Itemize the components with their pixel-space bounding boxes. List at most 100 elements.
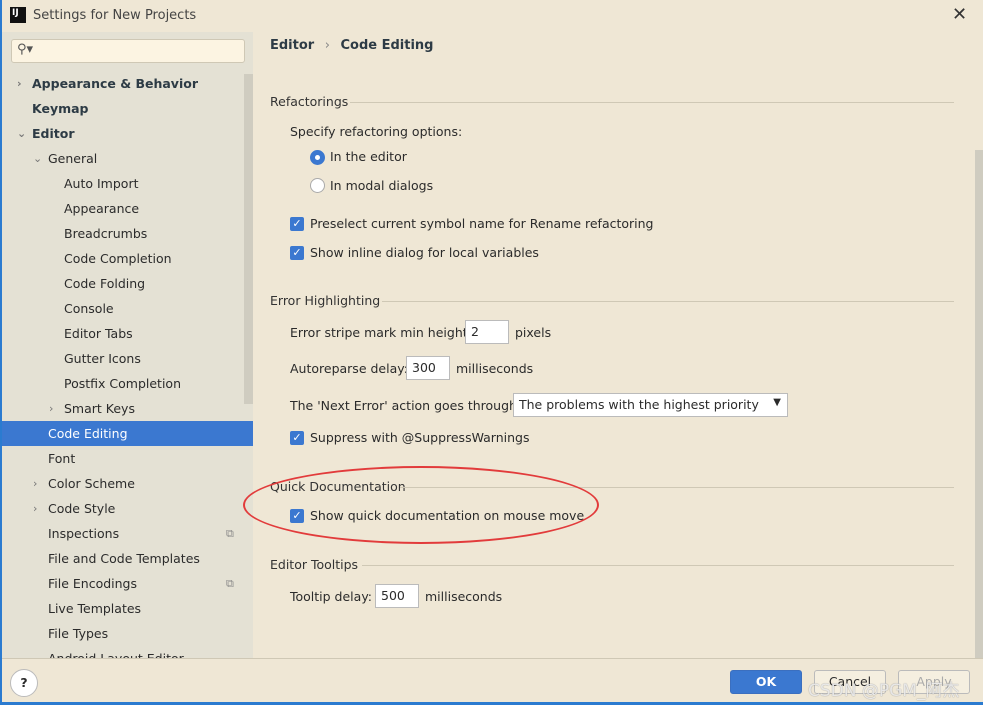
sidebar-item[interactable]: File Types	[2, 621, 253, 646]
next-error-select[interactable]: The problems with the highest priority ▼	[513, 393, 788, 417]
checkbox-suppress[interactable]: ✓	[290, 431, 304, 445]
sidebar-item[interactable]: Console	[2, 296, 253, 321]
sidebar-item[interactable]: › Smart Keys	[2, 396, 253, 421]
select-value: The problems with the highest priority	[519, 397, 759, 412]
sidebar-scrollbar[interactable]	[244, 74, 253, 404]
sidebar-item-label: Android Layout Editor	[48, 646, 184, 658]
checkbox-inline-dialog[interactable]: ✓	[290, 246, 304, 260]
refactor-options-label: Specify refactoring options:	[290, 124, 463, 139]
sidebar-item-label: Breadcrumbs	[64, 226, 148, 241]
sidebar-item[interactable]: Editor Tabs	[2, 321, 253, 346]
error-highlighting-section: Error Highlighting	[270, 293, 954, 308]
sidebar-item-label: File and Code Templates	[48, 551, 200, 566]
app-logo-icon: IJ	[10, 7, 26, 23]
sidebar-item[interactable]: Gutter Icons	[2, 346, 253, 371]
sidebar-item-label: Auto Import	[64, 176, 139, 191]
sidebar-item[interactable]: Android Layout Editor	[2, 646, 253, 658]
reparse-label: Autoreparse delay:	[290, 361, 408, 376]
radio-in-editor[interactable]	[310, 150, 325, 165]
window-title: Settings for New Projects	[33, 8, 197, 23]
project-copy-icon: ⧉	[226, 527, 234, 540]
sidebar-item[interactable]: Postfix Completion	[2, 371, 253, 396]
sidebar-item-label: Font	[48, 451, 76, 466]
sidebar-item[interactable]: › Code Style	[2, 496, 253, 521]
sidebar-item-label: Appearance & Behavior	[32, 76, 198, 91]
sidebar-item-label: Code Completion	[64, 251, 172, 266]
chevron-right-icon[interactable]: ›	[49, 396, 53, 421]
help-button[interactable]: ?	[10, 669, 38, 697]
sidebar-item[interactable]: Font	[2, 446, 253, 471]
chevron-right-icon[interactable]: ›	[17, 71, 22, 96]
sidebar-item-label: Appearance	[64, 201, 140, 216]
breadcrumb-separator: ›	[324, 38, 330, 53]
sidebar-item-label: File Encodings	[48, 576, 138, 591]
section-title: Refactorings	[270, 94, 349, 109]
highlight-annotation	[243, 466, 599, 544]
sidebar-item-label: Smart Keys	[64, 401, 135, 416]
radio-label: In the editor	[330, 149, 407, 164]
chevron-right-icon[interactable]: ›	[33, 496, 37, 521]
checkbox-preselect[interactable]: ✓	[290, 217, 304, 231]
sidebar-item-label: Gutter Icons	[64, 351, 141, 366]
sidebar-item[interactable]: › Color Scheme	[2, 471, 253, 496]
search-icon: ⚲▾	[17, 42, 34, 57]
sidebar-item-label: Keymap	[32, 101, 89, 116]
search-input[interactable]: ⚲▾	[11, 39, 245, 63]
sidebar-item-label: Inspections	[48, 526, 120, 541]
sidebar-item[interactable]: Appearance	[2, 196, 253, 221]
sidebar-item-label: Console	[64, 301, 114, 316]
breadcrumb: Editor › Code Editing	[270, 38, 433, 53]
sidebar-item[interactable]: › Appearance & Behavior	[2, 71, 253, 96]
ok-button[interactable]: OK	[730, 670, 802, 694]
sidebar-item[interactable]: Code Editing	[2, 421, 253, 446]
unit-label: milliseconds	[425, 589, 503, 604]
section-title: Editor Tooltips	[270, 557, 359, 572]
unit-label: milliseconds	[456, 361, 534, 376]
watermark: CSDN @PGM_阿杰	[808, 681, 960, 701]
sidebar-item-label: Postfix Completion	[64, 376, 181, 391]
main-scrollbar[interactable]	[975, 150, 983, 658]
tooltip-delay-input[interactable]: 500	[375, 584, 419, 608]
sidebar-item[interactable]: Breadcrumbs	[2, 221, 253, 246]
tooltip-delay-label: Tooltip delay:	[290, 589, 373, 604]
sidebar-item[interactable]: Live Templates	[2, 596, 253, 621]
sidebar-item[interactable]: ⌄ General	[2, 146, 253, 171]
close-icon[interactable]: ✕	[952, 4, 967, 25]
sidebar-item[interactable]: File Encodings ⧉	[2, 571, 253, 596]
sidebar-item-label: Code Style	[48, 501, 116, 516]
sidebar-item[interactable]: Keymap	[2, 96, 253, 121]
next-error-label: The 'Next Error' action goes through:	[290, 398, 522, 413]
sidebar-item[interactable]: Auto Import	[2, 171, 253, 196]
sidebar-item-label: Code Editing	[48, 426, 128, 441]
sidebar-item-label: File Types	[48, 626, 109, 641]
chevron-right-icon[interactable]: ›	[33, 471, 37, 496]
breadcrumb-current: Code Editing	[340, 38, 434, 53]
sidebar-item-label: Editor	[32, 126, 75, 141]
checkbox-label: Suppress with @SuppressWarnings	[310, 430, 530, 445]
radio-modal-dialogs[interactable]	[310, 178, 325, 193]
dropdown-arrow-icon: ▼	[773, 397, 781, 408]
checkbox-label: Preselect current symbol name for Rename…	[310, 216, 654, 231]
sidebar-item[interactable]: Code Completion	[2, 246, 253, 271]
sidebar: ⚲▾ › Appearance & Behavior Keymap ⌄ Editor ⌄ G…	[2, 32, 253, 658]
chevron-down-icon[interactable]: ⌄	[33, 146, 42, 171]
sidebar-item-label: Color Scheme	[48, 476, 135, 491]
stripe-label: Error stripe mark min height:	[290, 325, 472, 340]
sidebar-item-label: Code Folding	[64, 276, 146, 291]
sidebar-item[interactable]: Inspections ⧉	[2, 521, 253, 546]
refactorings-section: Refactorings	[270, 94, 954, 109]
sidebar-item[interactable]: Code Folding	[2, 271, 253, 296]
sidebar-item[interactable]: File and Code Templates	[2, 546, 253, 571]
sidebar-item-label: Live Templates	[48, 601, 142, 616]
title-bar: IJ Settings for New Projects ✕	[2, 0, 983, 32]
reparse-delay-input[interactable]: 300	[406, 356, 450, 380]
breadcrumb-parent[interactable]: Editor	[270, 38, 314, 53]
unit-label: pixels	[515, 325, 552, 340]
stripe-height-input[interactable]: 2	[465, 320, 509, 344]
checkbox-label: Show inline dialog for local variables	[310, 245, 539, 260]
editor-tooltips-section: Editor Tooltips	[270, 557, 954, 572]
chevron-down-icon[interactable]: ⌄	[17, 121, 26, 146]
section-title: Error Highlighting	[270, 293, 381, 308]
sidebar-item-label: Editor Tabs	[64, 326, 133, 341]
sidebar-item[interactable]: ⌄ Editor	[2, 121, 253, 146]
